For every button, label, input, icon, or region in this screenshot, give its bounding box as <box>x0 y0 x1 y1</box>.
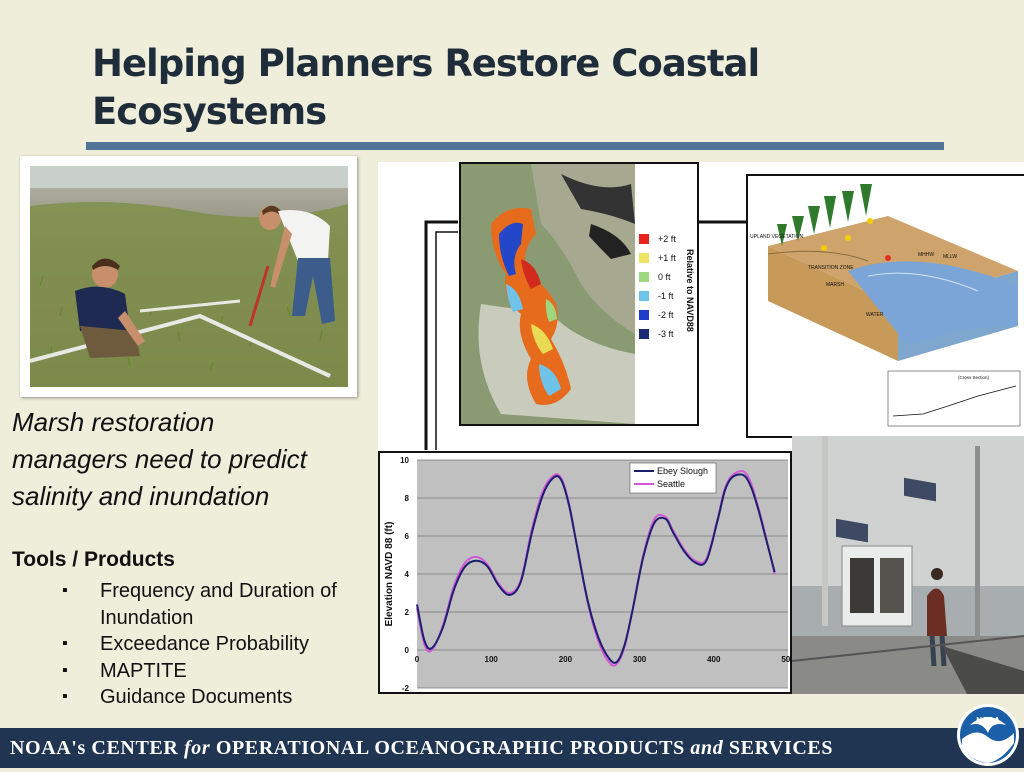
legend-swatch <box>639 272 649 282</box>
footer-text: NOAA's CENTER for OPERATIONAL OCEANOGRAP… <box>10 737 833 760</box>
diagram-label: MHHW <box>918 252 934 258</box>
legend-entry: Seattle <box>657 479 685 489</box>
footer-text-part: NOAA's CENTER <box>10 737 184 759</box>
tools-list: Frequency and Duration of Inundation Exc… <box>62 578 382 711</box>
slide-title: Helping Planners Restore Coastal Ecosyst… <box>92 40 932 136</box>
legend-label: -1 ft <box>658 291 674 301</box>
y-tick-label: 10 <box>400 456 409 465</box>
tools-list-item: MAPTITE <box>62 658 382 685</box>
legend-swatch <box>639 310 649 320</box>
y-tick-label: 4 <box>405 570 410 579</box>
tools-list-item: Frequency and Duration of Inundation <box>62 578 382 631</box>
tide-station-photo <box>792 436 1024 694</box>
footer-text-and: and <box>690 737 724 759</box>
legend-entry: Ebey Slough <box>657 466 708 476</box>
footer-text-part: OPERATIONAL OCEANOGRAPHIC PRODUCTS <box>210 737 691 759</box>
caption-line: salinity and inundation <box>12 481 270 511</box>
tools-heading: Tools / Products <box>12 548 175 571</box>
y-tick-label: 8 <box>405 494 410 503</box>
diagram-label: MLLW <box>943 254 957 260</box>
tools-list-item: Exceedance Probability <box>62 631 382 658</box>
x-tick-label: 500 <box>781 655 790 664</box>
legend-swatch <box>639 329 649 339</box>
tools-list-item: Guidance Documents <box>62 684 382 711</box>
x-tick-label: 200 <box>559 655 573 664</box>
y-tick-label: -2 <box>402 684 410 692</box>
y-axis-label: Elevation NAVD 88 (ft) <box>384 522 395 627</box>
legend-label: +1 ft <box>658 253 676 263</box>
y-tick-label: 6 <box>405 532 410 541</box>
chart-legend: Ebey Slough Seattle <box>629 462 717 494</box>
diagram-label: UPLAND VEGETATION <box>750 234 804 240</box>
legend-swatch <box>639 234 649 244</box>
marsh-restoration-photo <box>30 166 348 387</box>
legend-label: 0 ft <box>658 272 671 282</box>
footer-text-part: SERVICES <box>723 737 834 759</box>
y-tick-label: 2 <box>405 608 410 617</box>
legend-swatch <box>639 291 649 301</box>
diagram-label: TRANSITION ZONE <box>808 265 854 271</box>
noaa-logo: NOAA <box>956 703 1020 767</box>
x-tick-label: 100 <box>485 655 499 664</box>
title-divider <box>86 142 944 150</box>
diagram-label: (Cross Section) <box>958 375 990 380</box>
legend-side-label: Relative to NAVD88 <box>685 249 695 332</box>
x-tick-label: 400 <box>707 655 721 664</box>
marsh-block-diagram: UPLAND VEGETATION TRANSITION ZONE MARSH … <box>746 174 1024 438</box>
diagram-label: MARSH <box>826 282 844 288</box>
legend-label: -2 ft <box>658 310 674 320</box>
legend-label: -3 ft <box>658 329 674 339</box>
x-tick-label: 0 <box>415 655 420 664</box>
slide-title-line2: Ecosystems <box>92 90 327 133</box>
legend-swatch <box>639 253 649 263</box>
legend-label: +2 ft <box>658 234 676 244</box>
slide-title-line1: Helping Planners Restore Coastal <box>92 42 760 85</box>
tide-chart: -202468100100200300400500 Elevation NAVD… <box>378 451 795 694</box>
x-tick-label: 300 <box>633 655 647 664</box>
noaa-logo-text: NOAA <box>976 716 1000 725</box>
diagram-label: WATER <box>866 312 884 318</box>
footer-text-for: for <box>183 737 211 759</box>
y-tick-label: 0 <box>405 646 410 655</box>
caption-line: managers need to predict <box>12 444 307 474</box>
caption-line: Marsh restoration <box>12 407 215 437</box>
marsh-caption: Marsh restoration managers need to predi… <box>12 404 372 515</box>
tide-chart-svg: -202468100100200300400500 Elevation NAVD… <box>384 456 795 693</box>
inundation-map: +2 ft +1 ft 0 ft -1 ft -2 ft -3 ft Relat… <box>459 162 699 426</box>
